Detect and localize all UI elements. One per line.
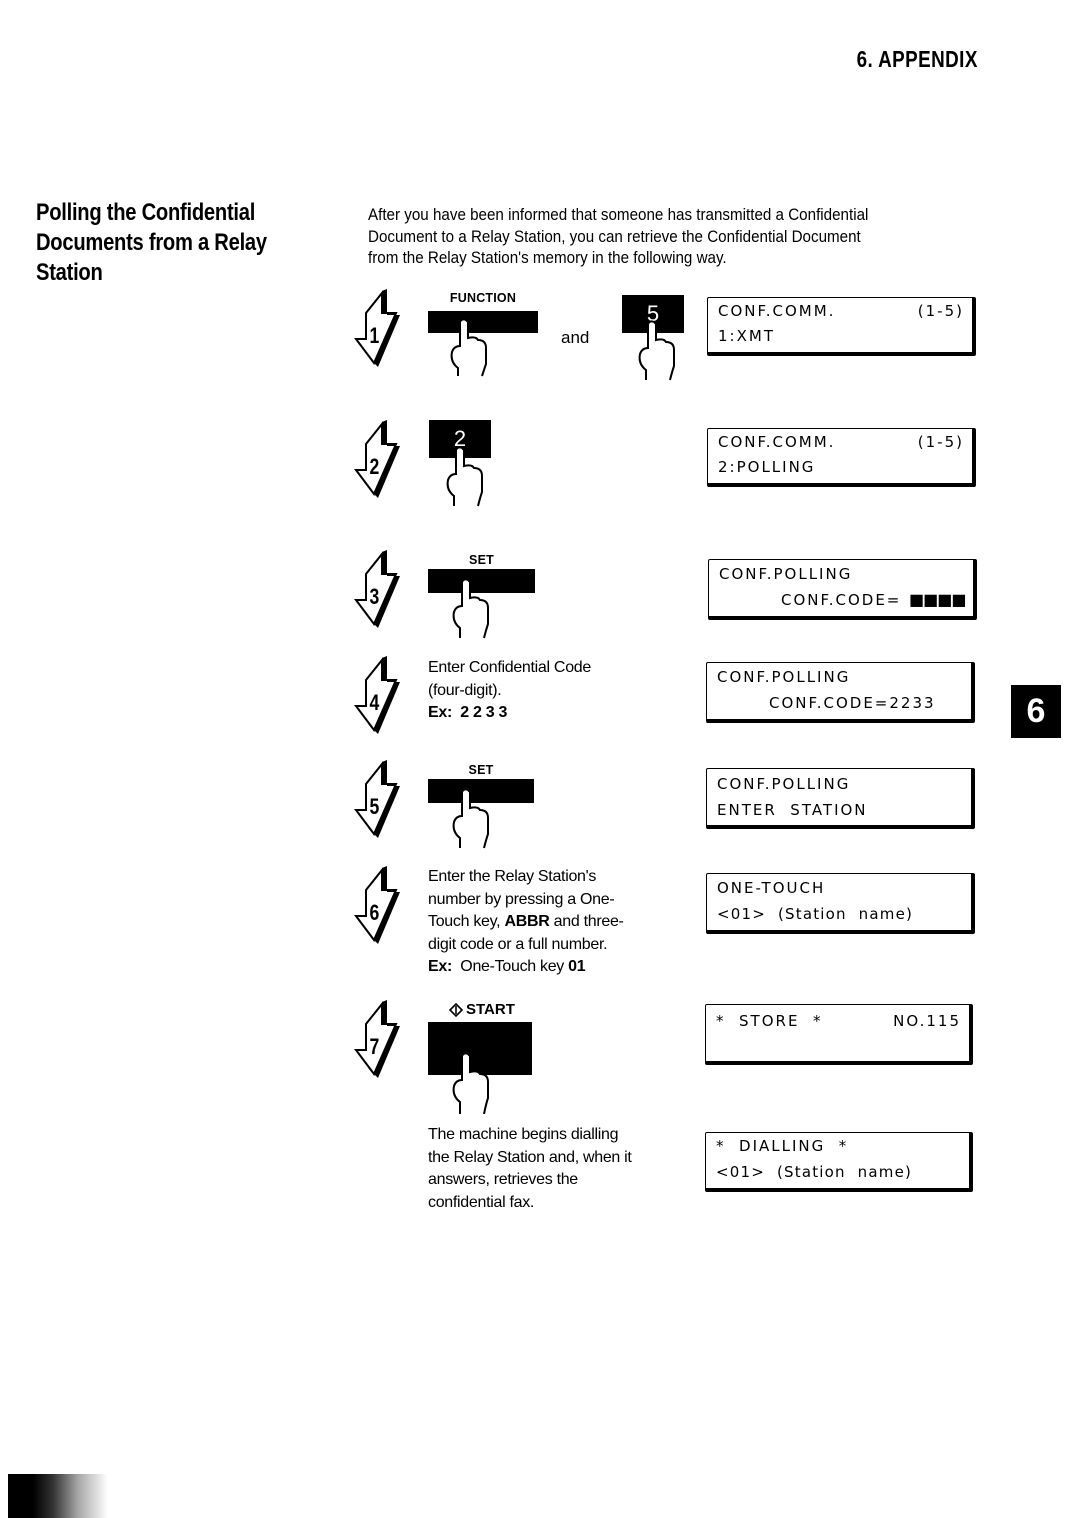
lcd-line: * DIALLING * xyxy=(716,1137,849,1155)
instruction-line: (four-digit). xyxy=(428,681,502,699)
lcd-display-step-7-dialling: * DIALLING * <01> (Station name) xyxy=(705,1132,973,1192)
lcd-display-step-5: CONF.POLLING ENTER STATION xyxy=(706,768,975,829)
lcd-display-step-3: CONF.POLLING CONF.CODE= ■■■■ xyxy=(708,559,977,620)
abbr-key-name: ABBR xyxy=(504,913,550,930)
step-1-arrow-icon: 1 xyxy=(352,285,414,375)
example-label: Ex: xyxy=(428,958,452,975)
step-7-arrow-icon: 7 xyxy=(352,996,414,1086)
lcd-line: CONF.CODE=2233 xyxy=(769,694,936,712)
instruction-line: Enter Confidential Code xyxy=(428,659,591,676)
description-line: confidential fax. xyxy=(428,1193,535,1211)
finger-press-icon xyxy=(448,788,508,850)
example-label: Ex: xyxy=(428,704,452,721)
instruction-line: number by pressing a One- xyxy=(428,890,615,908)
lcd-line: <01> (Station name) xyxy=(717,905,914,923)
intro-paragraph: After you have been informed that someon… xyxy=(368,205,957,270)
step-2-arrow-icon: 2 xyxy=(352,416,414,506)
lcd-line: NO.115 xyxy=(893,1012,961,1030)
lcd-display-step-4: CONF.POLLING CONF.CODE=2233 xyxy=(706,662,975,723)
finger-press-icon xyxy=(442,446,502,508)
lcd-line: ENTER STATION xyxy=(717,801,868,819)
instruction-text: Touch key, xyxy=(428,913,505,930)
finger-press-icon xyxy=(634,320,694,382)
function-key-label: FUNCTION xyxy=(449,291,517,305)
lcd-line: (1-5) xyxy=(917,302,964,320)
set-key-label: SET xyxy=(469,553,494,567)
lcd-line: CONF.POLLING xyxy=(717,668,851,686)
lcd-line: <01> (Station name) xyxy=(716,1163,913,1181)
finger-press-icon xyxy=(448,1052,508,1115)
step-3-arrow-icon: 3 xyxy=(352,546,414,636)
finger-press-icon xyxy=(448,578,508,640)
instruction-line: digit code or a full number. xyxy=(428,935,608,953)
intro-line: After you have been informed that someon… xyxy=(368,206,869,224)
step-4-arrow-icon: 4 xyxy=(352,652,414,742)
lcd-display-step-2: CONF.COMM. (1-5) 2:POLLING xyxy=(707,428,976,487)
chapter-header: 6. APPENDIX xyxy=(856,46,978,72)
step-number: 5 xyxy=(370,795,380,819)
lcd-line: ONE-TOUCH xyxy=(717,879,826,897)
lcd-line: 2:POLLING xyxy=(718,458,816,476)
lcd-line: CONF.POLLING xyxy=(719,565,853,583)
lcd-line: * STORE * xyxy=(716,1012,823,1030)
start-diamond-icon xyxy=(448,1002,464,1017)
lcd-line: CONF.CODE= xyxy=(781,591,902,609)
and-connector: and xyxy=(561,328,590,347)
lcd-line: CONF.COMM. xyxy=(718,433,836,451)
description-line: answers, retrieves the xyxy=(428,1171,578,1188)
step-number: 3 xyxy=(370,585,380,609)
step-5-arrow-icon: 5 xyxy=(352,756,414,846)
section-title-line: Polling the Confidential xyxy=(36,199,256,226)
section-title: Polling the Confidential Documents from … xyxy=(36,198,280,288)
step-number: 1 xyxy=(370,324,380,348)
lcd-line: CONF.POLLING xyxy=(717,775,851,793)
step-number: 2 xyxy=(370,455,380,479)
scan-smudge xyxy=(8,1474,108,1518)
description-line: The machine begins dialling xyxy=(428,1126,619,1143)
step-7-description: The machine begins dialling the Relay St… xyxy=(428,1124,698,1214)
step-number: 6 xyxy=(370,901,380,925)
lcd-display-step-6: ONE-TOUCH <01> (Station name) xyxy=(706,873,975,934)
instruction-text: and three- xyxy=(549,913,624,930)
set-key-label: SET xyxy=(468,763,494,777)
lcd-line: (1-5) xyxy=(917,433,964,451)
lcd-line: CONF.COMM. xyxy=(718,302,836,320)
section-title-line: Documents from a Relay xyxy=(36,229,267,256)
start-key-label: START xyxy=(448,1001,515,1018)
intro-line: from the Relay Station's memory in the f… xyxy=(368,249,727,267)
lcd-display-step-1: CONF.COMM. (1-5) 1:XMT xyxy=(707,297,976,356)
masked-code: ■■■■ xyxy=(909,590,966,609)
section-title-line: Station xyxy=(36,259,103,286)
example-value: 2 2 3 3 xyxy=(460,704,508,721)
chapter-tab[interactable]: 6 xyxy=(1011,685,1061,738)
finger-press-icon xyxy=(446,318,506,380)
step-6-arrow-icon: 6 xyxy=(352,862,414,952)
instruction-line: Enter the Relay Station's xyxy=(428,868,597,885)
step-6-instructions: Enter the Relay Station's number by pres… xyxy=(428,866,688,979)
description-line: the Relay Station and, when it xyxy=(428,1148,632,1166)
lcd-line: 1:XMT xyxy=(718,327,775,345)
lcd-display-step-7-store: * STORE * NO.115 xyxy=(705,1004,973,1065)
step-4-instructions: Enter Confidential Code (four-digit). Ex… xyxy=(428,657,688,725)
example-value: 01 xyxy=(568,958,586,975)
step-number: 4 xyxy=(370,691,380,715)
intro-line: Document to a Relay Station, you can ret… xyxy=(368,227,861,246)
start-label: START xyxy=(466,1001,515,1018)
example-text: One-Touch key xyxy=(460,958,569,975)
step-number: 7 xyxy=(370,1035,380,1059)
